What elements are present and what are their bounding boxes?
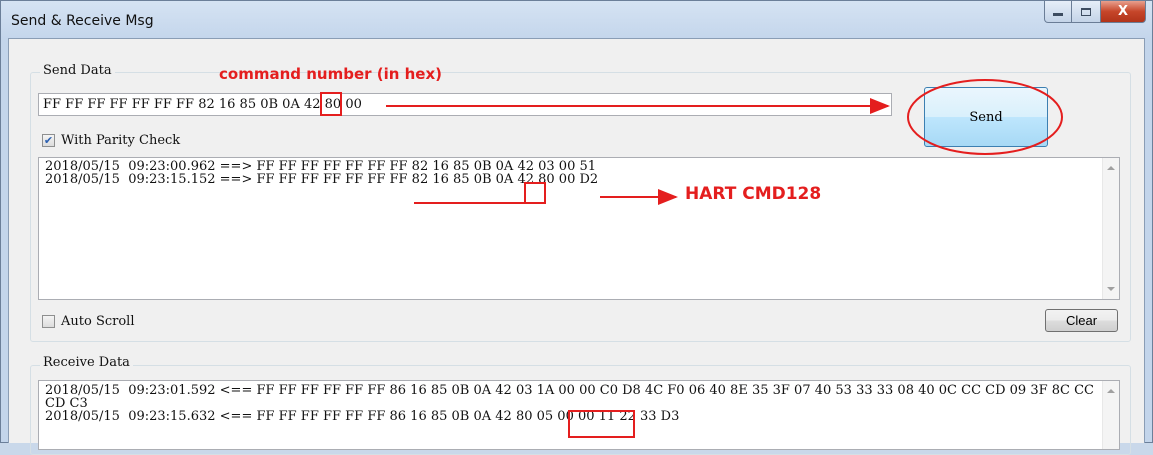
annotation-overlay: [386, 79, 1063, 205]
send-button-circle: [907, 79, 1063, 155]
